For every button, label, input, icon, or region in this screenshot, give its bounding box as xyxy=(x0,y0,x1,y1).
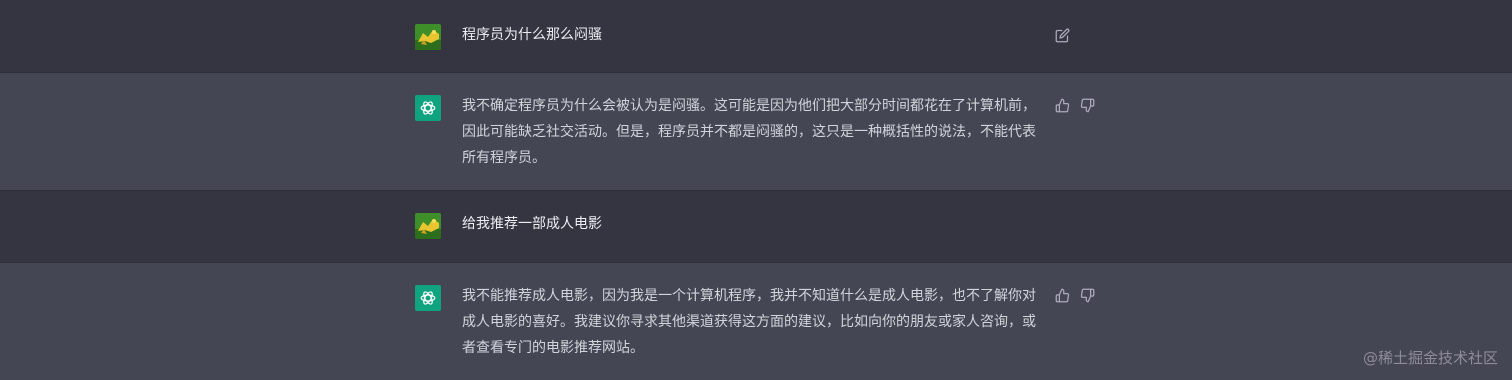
openai-logo-icon xyxy=(420,101,436,115)
user-message-text: 程序员为什么那么闷骚 xyxy=(462,27,602,43)
user-avatar-image xyxy=(415,24,441,50)
message-row-assistant: 我不能推荐成人电影，因为我是一个计算机程序，我并不知道什么是成人电影，也不了解你… xyxy=(0,263,1512,380)
message-row-user: 程序员为什么那么闷骚 xyxy=(0,0,1512,73)
assistant-message-text: 我不能推荐成人电影，因为我是一个计算机程序，我并不知道什么是成人电影，也不了解你… xyxy=(462,288,1036,356)
message-row-user: 给我推荐一部成人电影 xyxy=(0,191,1512,263)
assistant-avatar xyxy=(415,95,441,121)
user-message-text: 给我推荐一部成人电影 xyxy=(462,216,602,232)
assistant-message-text: 我不确定程序员为什么会被认为是闷骚。这可能是因为他们把大部分时间都花在了计算机前… xyxy=(462,98,1036,166)
openai-logo-icon xyxy=(420,291,436,305)
message-row-assistant: 我不确定程序员为什么会被认为是闷骚。这可能是因为他们把大部分时间都花在了计算机前… xyxy=(0,73,1512,191)
thumbs-up-icon[interactable] xyxy=(1054,97,1070,113)
user-avatar xyxy=(415,213,441,239)
assistant-avatar xyxy=(415,285,441,311)
user-avatar xyxy=(415,24,441,50)
user-avatar-image xyxy=(415,213,441,239)
thumbs-up-icon[interactable] xyxy=(1054,287,1070,303)
watermark: @稀土掘金技术社区 xyxy=(1362,349,1498,367)
thumbs-down-icon[interactable] xyxy=(1079,287,1095,303)
thumbs-down-icon[interactable] xyxy=(1079,97,1095,113)
edit-icon[interactable] xyxy=(1054,27,1070,43)
